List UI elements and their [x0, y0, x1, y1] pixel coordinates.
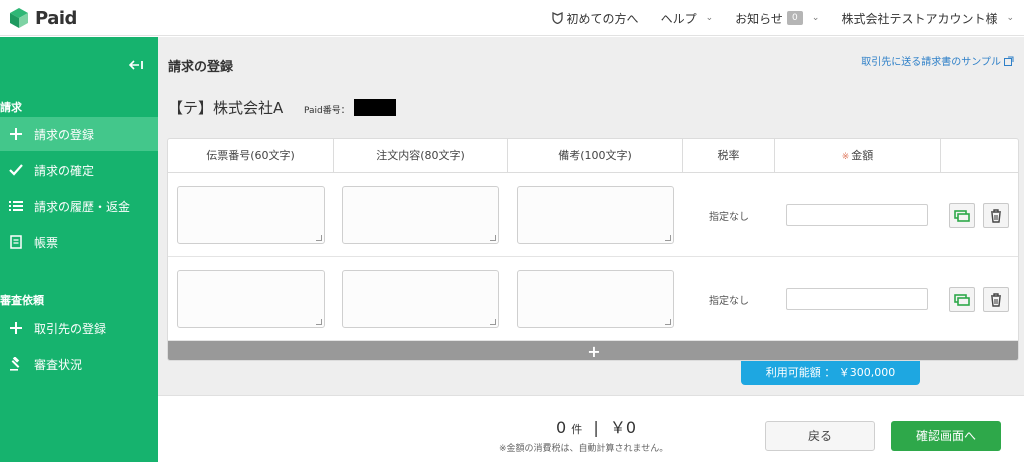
- shield-icon: [551, 12, 563, 24]
- amount-input[interactable]: [786, 204, 928, 226]
- top-nav: 初めての方へ ヘルプ ⌄ お知らせ 0 ⌄ 株式会社テストアカウント様 ⌄: [551, 0, 1014, 36]
- chevron-down-icon: ⌄: [705, 13, 714, 23]
- invoice-sample-link[interactable]: 取引先に送る請求書のサンプル: [861, 53, 1014, 68]
- totals-separator: |: [593, 418, 599, 437]
- slip-number-textarea[interactable]: [177, 270, 325, 328]
- table-header: 伝票番号(60文字) 注文内容(80文字) 備考(100文字) 税率 ※ 金額: [168, 139, 1018, 173]
- sidebar-item-documents[interactable]: 帳票: [0, 225, 158, 259]
- sidebar-item-invoice-history[interactable]: 請求の履歴・返金: [0, 189, 158, 223]
- tax-rate-value: 指定なし: [709, 296, 749, 307]
- trash-icon: [991, 208, 1001, 223]
- sidebar-item-register-client[interactable]: 取引先の登録: [0, 311, 158, 345]
- column-header-actions: [941, 139, 1018, 173]
- trash-icon: [991, 292, 1001, 307]
- table-row: 指定なし: [168, 257, 1018, 341]
- section-screening-label: 審査依頼: [0, 294, 44, 307]
- chevron-down-icon: ⌄: [1006, 13, 1014, 23]
- list-icon: [8, 200, 24, 212]
- tax-rate-value: 指定なし: [709, 212, 749, 223]
- chevron-down-icon: ⌄: [811, 13, 820, 23]
- copy-icon: [954, 293, 970, 306]
- sidebar-item-register-invoice[interactable]: 請求の登録: [0, 117, 158, 151]
- check-icon: [8, 164, 24, 176]
- copy-icon: [954, 209, 970, 222]
- sidebar-item-label: 取引先の登録: [34, 321, 107, 336]
- section-billing-label: 請求: [0, 101, 22, 114]
- copy-row-button[interactable]: [949, 287, 975, 312]
- remarks-textarea[interactable]: [517, 186, 674, 244]
- guide-link[interactable]: 初めての方へ: [551, 10, 639, 27]
- column-header-order: 注文内容(80文字): [334, 139, 508, 173]
- logo-text: Paid: [35, 7, 77, 29]
- external-link-icon: [1004, 56, 1014, 66]
- collapse-left-icon: [128, 60, 143, 70]
- notices-label: お知らせ: [735, 11, 783, 26]
- page-title: 請求の登録: [168, 60, 234, 75]
- collapse-sidebar-button[interactable]: [128, 59, 143, 74]
- column-header-amount-label: 金額: [851, 149, 874, 162]
- notices-menu[interactable]: お知らせ 0 ⌄: [735, 10, 819, 27]
- guide-label: 初めての方へ: [566, 11, 639, 26]
- column-header-slip-number: 伝票番号(60文字): [168, 139, 334, 173]
- sidebar-item-label: 請求の確定: [34, 163, 95, 178]
- paid-logo-icon: [10, 8, 28, 28]
- table-row: 指定なし: [168, 173, 1018, 257]
- sidebar-item-label: 帳票: [34, 235, 59, 250]
- totals-summary: 0 件 | ￥0: [556, 414, 636, 438]
- invoice-sample-label: 取引先に送る請求書のサンプル: [861, 57, 1001, 68]
- back-button[interactable]: 戻る: [765, 421, 875, 451]
- gavel-icon: [8, 357, 24, 371]
- add-row-button[interactable]: +: [168, 341, 1018, 360]
- item-count: 0: [556, 418, 567, 437]
- sidebar-item-confirm-invoice[interactable]: 請求の確定: [0, 153, 158, 187]
- footer-bar: 0 件 | ￥0 ※金額の消費税は、自動計算されません。 戻る 確認画面へ: [158, 395, 1024, 462]
- help-menu[interactable]: ヘルプ ⌄: [661, 10, 714, 27]
- sidebar-item-label: 請求の登録: [34, 127, 95, 142]
- order-content-textarea[interactable]: [342, 186, 499, 244]
- slip-number-textarea[interactable]: [177, 186, 325, 244]
- column-header-remarks: 備考(100文字): [508, 139, 683, 173]
- plus-icon: [8, 321, 24, 335]
- help-label: ヘルプ: [660, 11, 697, 26]
- remarks-textarea[interactable]: [517, 270, 674, 328]
- tax-note: ※金額の消費税は、自動計算されません。: [499, 444, 669, 454]
- sidebar-item-label: 請求の履歴・返金: [34, 199, 131, 214]
- account-name: 株式会社テストアカウント様: [841, 11, 998, 26]
- order-content-textarea[interactable]: [342, 270, 499, 328]
- notices-count-badge: 0: [786, 11, 803, 25]
- sidebar-item-screening-status[interactable]: 審査状況: [0, 347, 158, 381]
- document-icon: [8, 235, 24, 249]
- client-name: 【テ】株式会社A: [168, 99, 284, 117]
- total-amount: ￥0: [609, 418, 637, 437]
- required-mark: ※: [841, 152, 850, 162]
- sidebar-item-label: 審査状況: [34, 357, 83, 372]
- paid-logo[interactable]: Paid: [8, 7, 77, 29]
- confirm-screen-button[interactable]: 確認画面へ: [891, 421, 1001, 451]
- delete-row-button[interactable]: [983, 287, 1009, 312]
- plus-icon: [8, 127, 24, 141]
- amount-input[interactable]: [786, 288, 928, 310]
- copy-row-button[interactable]: [949, 203, 975, 228]
- delete-row-button[interactable]: [983, 203, 1009, 228]
- account-menu[interactable]: 株式会社テストアカウント様 ⌄: [841, 10, 1014, 27]
- column-header-amount: ※ 金額: [775, 139, 941, 173]
- sidebar: 請求 請求の登録 請求の確定 請求の履歴・返金 帳票 審査依頼 取引先の登録 審…: [0, 37, 158, 462]
- top-bar: Paid 初めての方へ ヘルプ ⌄ お知らせ 0 ⌄ 株式会社テストアカウント様…: [0, 0, 1024, 36]
- available-amount-badge: 利用可能額 ： ￥300,000: [741, 361, 920, 385]
- invoice-items-table: 伝票番号(60文字) 注文内容(80文字) 備考(100文字) 税率 ※ 金額 指…: [167, 138, 1019, 361]
- column-header-tax-rate: 税率: [683, 139, 775, 173]
- paid-number-redacted: [354, 99, 396, 116]
- paid-number-label: Paid番号：: [304, 106, 350, 116]
- main-content: 請求の登録 取引先に送る請求書のサンプル 【テ】株式会社A Paid番号： 伝票…: [158, 37, 1024, 395]
- item-count-unit: 件: [571, 423, 583, 436]
